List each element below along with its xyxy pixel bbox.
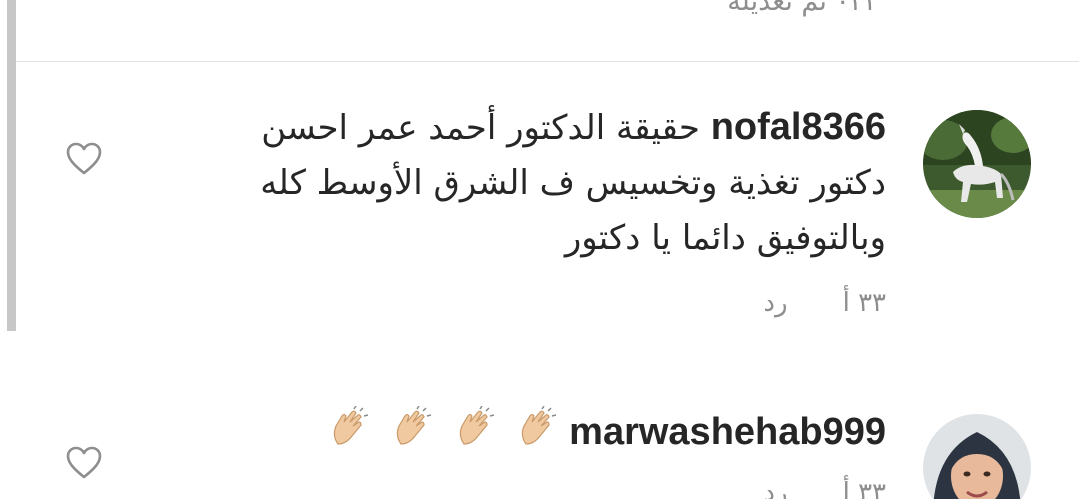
comment-body: marwashehab999 [206, 405, 886, 461]
comment-meta: ٣٣ أ رد [763, 288, 886, 318]
woman-photo-avatar-icon [923, 414, 1031, 499]
comment-time: ٣٣ أ [842, 478, 886, 499]
comment-meta: ٣٣ أ رد [763, 478, 886, 499]
comment-username[interactable]: nofal8366 [711, 106, 886, 148]
emoji-row [318, 406, 558, 453]
clapping-hands-icon [328, 406, 370, 448]
avatar[interactable] [923, 110, 1031, 218]
like-button[interactable] [66, 446, 102, 480]
clapping-hands-icon [454, 406, 496, 448]
previous-comment-meta: ٠٢٢ تم تعديله [727, 0, 879, 17]
clapping-hands-icon [516, 406, 558, 448]
heart-outline-icon [66, 142, 102, 175]
comment-username[interactable]: marwashehab999 [569, 411, 886, 453]
thread-line [7, 0, 16, 331]
reply-button[interactable]: رد [763, 288, 787, 318]
comment-time: ٣٣ أ [842, 288, 886, 318]
horse-photo-avatar-icon [923, 110, 1031, 218]
comment-body: nofal8366 حقيقة الدكتور أحمد عمر احسن دك… [206, 100, 886, 266]
heart-outline-icon [66, 446, 102, 479]
clapping-hands-icon [391, 406, 433, 448]
reply-button[interactable]: رد [763, 478, 787, 499]
like-button[interactable] [66, 142, 102, 176]
divider [16, 61, 1079, 62]
avatar[interactable] [923, 414, 1031, 499]
